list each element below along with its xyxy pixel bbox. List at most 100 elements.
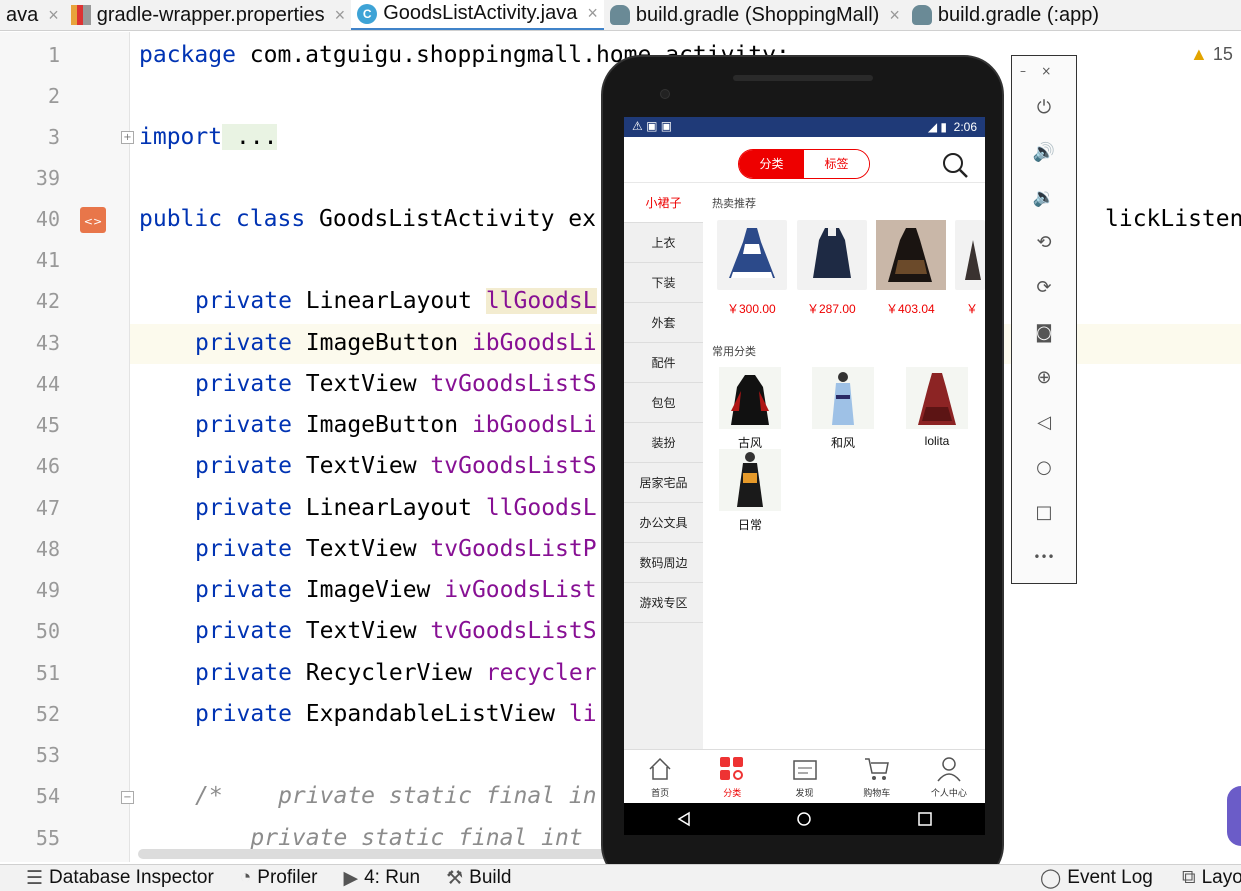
tab-label: build.gradle (:app) [937, 3, 1100, 26]
product-price: ￥403.04 [886, 302, 935, 316]
user-icon [937, 757, 961, 782]
gradle-icon [609, 5, 630, 25]
tab-build-gradle-app[interactable]: build.gradle (:app) [906, 0, 1105, 30]
phone-speaker [733, 75, 873, 81]
line-number: 2 [47, 84, 60, 108]
search-icon[interactable] [942, 152, 968, 178]
category-label: 和风 [830, 436, 855, 450]
close-icon[interactable]: × [1041, 64, 1051, 78]
bottom-nav-discover[interactable]: 发现 [768, 750, 840, 803]
back-icon[interactable] [676, 811, 692, 827]
line-number: 45 [35, 413, 60, 437]
implements-gutter-icon[interactable]: <> [80, 207, 106, 233]
close-icon[interactable]: × [587, 3, 598, 24]
tab-build-gradle-project[interactable]: build.gradle (ShoppingMall) × [604, 0, 906, 30]
zoom-icon[interactable]: ⊕ [1030, 363, 1058, 391]
nav-item[interactable]: 外套 [624, 303, 703, 343]
run-button[interactable]: ▶ 4: Run [343, 867, 420, 890]
product-image[interactable] [717, 220, 787, 290]
tab-label: gradle-wrapper.properties [96, 3, 325, 26]
bottom-nav-cart[interactable]: 购物车 [841, 750, 913, 803]
close-icon[interactable]: × [48, 5, 59, 26]
power-icon[interactable]: ⏻ [1030, 93, 1058, 121]
line-number: 50 [35, 619, 60, 643]
signal-battery-icon: ◢ ▮ [927, 120, 947, 134]
nav-item[interactable]: 下装 [624, 263, 703, 303]
nav-item[interactable]: 上衣 [624, 223, 703, 263]
nav-item[interactable]: 包包 [624, 383, 703, 423]
layout-inspector-button[interactable]: ⧉ Layo [1182, 867, 1241, 889]
back-icon[interactable]: ◁ [1030, 408, 1058, 436]
notification-icons: ⚠ ▣ ▣ [632, 119, 673, 133]
editor-tab-bar: ava × gradle-wrapper.properties × C GoodsLi… [0, 0, 1241, 31]
bottom-nav-label: 购物车 [863, 788, 891, 798]
segment-control: 分类 标签 [738, 149, 870, 179]
category-image[interactable] [719, 449, 781, 511]
java-class-icon: C [357, 3, 378, 24]
bottom-nav-profile[interactable]: 个人中心 [913, 750, 985, 803]
discover-icon [792, 760, 817, 780]
segment-tag[interactable]: 标签 [804, 150, 869, 178]
bottom-nav-home[interactable]: 首页 [624, 750, 696, 803]
gradle-icon [911, 5, 932, 25]
bottom-nav-label: 分类 [723, 788, 742, 798]
volume-up-icon[interactable]: 🔊 [1030, 138, 1058, 166]
rotate-right-icon[interactable]: ⟳ [1030, 273, 1058, 301]
nav-item[interactable]: 游戏专区 [624, 583, 703, 623]
camera-icon[interactable]: ◙ [1030, 318, 1058, 346]
nav-item[interactable]: 小裙子 [624, 183, 703, 223]
build-button[interactable]: ⚒ Build [446, 867, 511, 890]
product-image[interactable] [876, 220, 946, 290]
line-number: 53 [35, 743, 60, 767]
properties-file-icon [70, 5, 91, 25]
nav-item[interactable]: 数码周边 [624, 543, 703, 583]
nav-item[interactable]: 居家宅品 [624, 463, 703, 503]
overview-icon[interactable]: □ [1030, 498, 1058, 526]
event-log-button[interactable]: ◯ Event Log [1040, 867, 1153, 890]
close-icon[interactable]: × [889, 5, 900, 26]
product-image[interactable] [797, 220, 867, 290]
database-inspector-button[interactable]: ☰ Database Inspector [26, 867, 214, 890]
line-number: 51 [35, 661, 60, 685]
home-circle-icon[interactable] [796, 811, 812, 827]
home-icon [649, 757, 671, 780]
nav-item[interactable]: 办公文具 [624, 503, 703, 543]
nav-item[interactable]: 配件 [624, 343, 703, 383]
database-icon: ☰ [26, 867, 44, 889]
line-number: 42 [35, 289, 60, 313]
tab-goods-list-activity[interactable]: C GoodsListActivity.java × [351, 0, 604, 30]
bottom-navigation: 首页 分类 发现 购物车 个人中心 [624, 749, 985, 803]
close-icon[interactable]: × [335, 5, 346, 26]
tab-gradle-wrapper-properties[interactable]: gradle-wrapper.properties × [65, 0, 351, 30]
minimize-icon[interactable]: – [1020, 64, 1026, 78]
line-number: 52 [35, 702, 60, 726]
app-toolbar: 分类 标签 [624, 137, 985, 183]
product-price: ￥287.00 [807, 302, 856, 316]
category-image[interactable] [812, 367, 874, 429]
segment-category[interactable]: 分类 [739, 150, 804, 178]
category-image[interactable] [906, 367, 968, 429]
category-image[interactable] [719, 367, 781, 429]
horizontal-scrollbar[interactable] [138, 849, 608, 859]
bottom-nav-label: 发现 [795, 788, 814, 798]
profiler-icon: ◔ [239, 867, 252, 888]
line-number: 48 [35, 537, 60, 561]
bottom-nav-category[interactable]: 分类 [696, 750, 768, 803]
nav-item[interactable]: 装扮 [624, 423, 703, 463]
line-number: 55 [35, 826, 60, 850]
assistant-avatar[interactable] [1227, 786, 1241, 846]
layout-inspector-icon: ⧉ [1182, 867, 1196, 888]
recents-icon[interactable] [917, 811, 933, 827]
profiler-button[interactable]: ◔ Profiler [240, 867, 318, 889]
line-number: 41 [35, 248, 60, 272]
rotate-left-icon[interactable]: ⟲ [1030, 228, 1058, 256]
volume-down-icon[interactable]: 🔉 [1030, 183, 1058, 211]
product-image[interactable] [955, 220, 985, 290]
more-icon[interactable]: ••• [1030, 543, 1058, 571]
product-price: ￥300.00 [727, 302, 776, 316]
home-circle-icon[interactable]: ○ [1030, 453, 1058, 481]
bottom-nav-label: 首页 [651, 788, 670, 798]
tab-java-partial[interactable]: ava × [0, 0, 65, 30]
run-icon: ▶ [343, 867, 359, 889]
line-number: 39 [35, 166, 60, 190]
